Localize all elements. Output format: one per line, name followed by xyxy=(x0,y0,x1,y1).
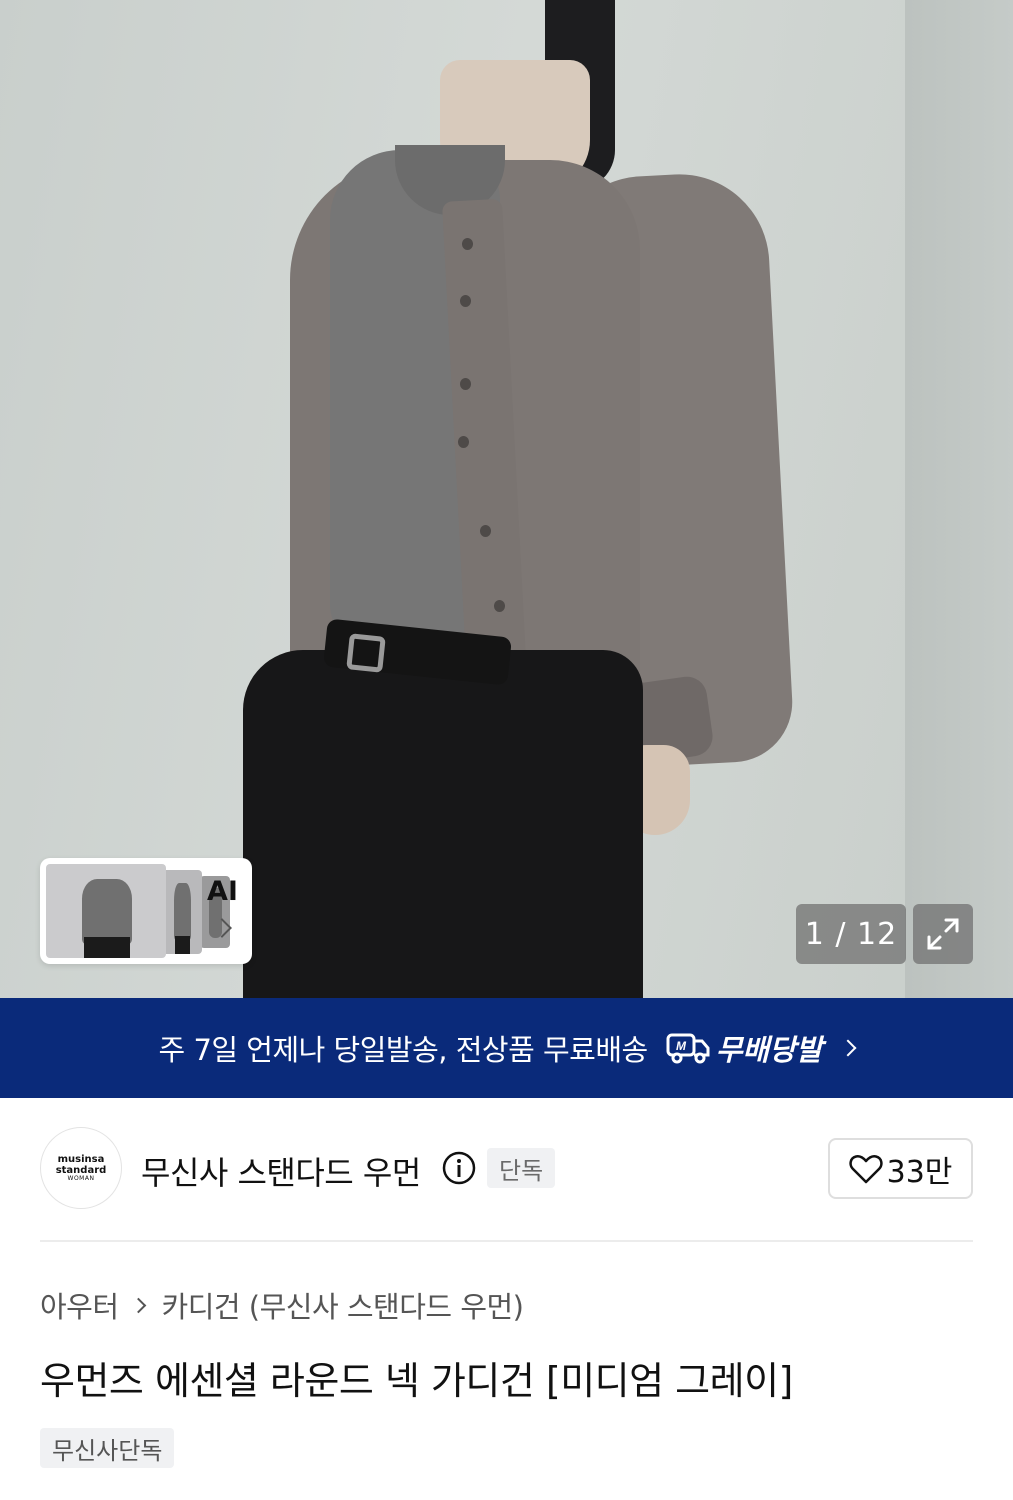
belt-buckle xyxy=(346,633,386,673)
cardigan-button xyxy=(480,525,491,537)
banner-brand-label: 무배당발 xyxy=(715,1033,823,1067)
banner-brand: M 무배당발 xyxy=(666,1027,823,1069)
brand-name[interactable]: 무신사 스탠다드 우먼 xyxy=(141,1148,421,1194)
delivery-truck-icon: M xyxy=(666,1033,710,1064)
logo-text: musinsa xyxy=(57,1153,105,1165)
info-icon[interactable] xyxy=(442,1151,476,1185)
shipping-banner[interactable]: 주 7일 언제나 당일발송, 전상품 무료배송 M 무배당발 xyxy=(0,998,1013,1098)
like-button[interactable]: 33만 xyxy=(828,1138,973,1199)
exclusive-badge: 단독 xyxy=(487,1148,556,1188)
product-image[interactable] xyxy=(0,0,1013,998)
heart-icon xyxy=(848,1154,883,1183)
ai-thumbnail xyxy=(162,870,202,954)
black-trousers xyxy=(243,650,643,998)
expand-button[interactable] xyxy=(913,904,973,964)
cardigan-button xyxy=(460,295,471,307)
product-tag: 무신사단독 xyxy=(40,1428,175,1468)
like-count: 33만 xyxy=(886,1154,953,1190)
breadcrumb-subcategory[interactable]: 카디건 (무신사 스탠다드 우먼) xyxy=(162,1284,524,1326)
cardigan-button xyxy=(460,378,471,390)
divider xyxy=(40,1240,973,1242)
expand-icon xyxy=(927,918,959,950)
svg-text:M: M xyxy=(676,1039,687,1053)
ai-styling-card[interactable]: AI xyxy=(40,858,252,964)
chevron-right-icon xyxy=(130,1297,146,1313)
cardigan-button xyxy=(494,600,505,612)
ai-label: AI xyxy=(207,876,238,907)
chevron-right-icon xyxy=(839,1039,857,1057)
breadcrumb: 아우터 카디건 (무신사 스탠다드 우먼) xyxy=(40,1284,524,1326)
cardigan-button xyxy=(458,436,469,448)
wall-shadow xyxy=(905,0,1013,998)
cardigan-button xyxy=(462,238,473,250)
product-title: 우먼즈 에센셜 라운드 넥 가디건 [미디엄 그레이] xyxy=(40,1359,793,1403)
ai-thumbnail xyxy=(46,864,166,958)
brand-logo[interactable]: musinsa standard WOMAN xyxy=(40,1127,122,1209)
image-counter: 1 / 12 xyxy=(796,904,906,964)
banner-text: 주 7일 언제나 당일발송, 전상품 무료배송 xyxy=(158,1033,649,1067)
breadcrumb-category[interactable]: 아우터 xyxy=(40,1284,119,1326)
logo-text: WOMAN xyxy=(67,1174,95,1182)
